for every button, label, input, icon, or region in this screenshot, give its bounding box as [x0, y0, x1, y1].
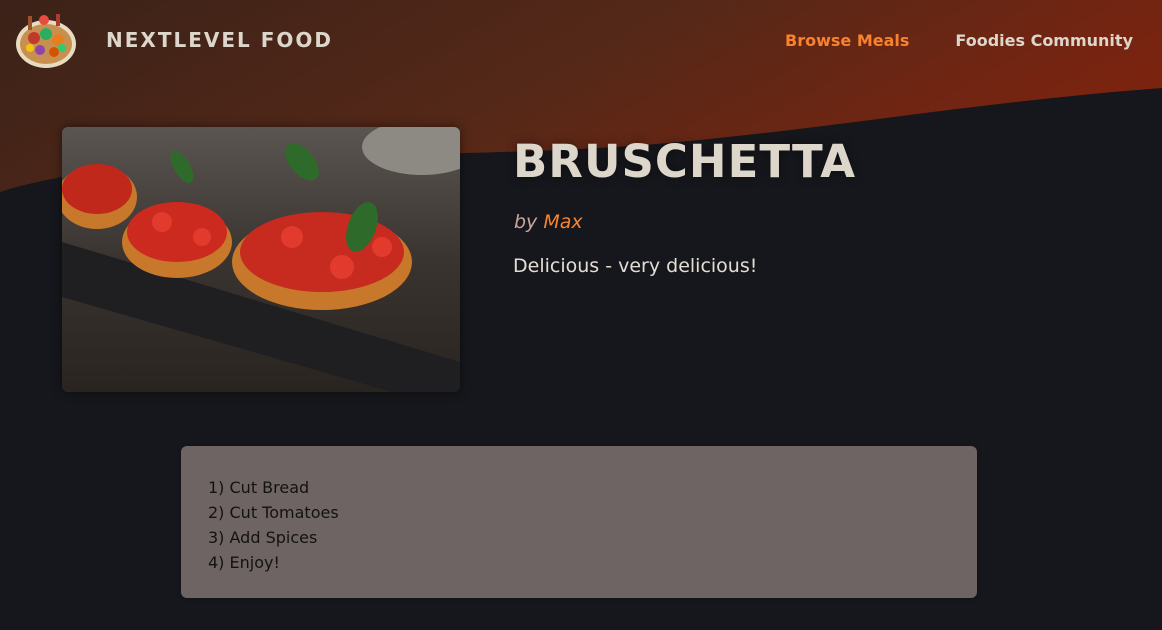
instruction-step: 2) Cut Tomatoes [208, 503, 339, 522]
creator-link[interactable]: Max [543, 211, 582, 233]
instruction-step: 4) Enjoy! [208, 553, 280, 572]
meal-title: BRUSCHETTA [513, 135, 857, 188]
logo-link[interactable]: NEXTLEVEL FOOD [14, 10, 333, 70]
creator-prefix: by [514, 211, 538, 233]
main-header: NEXTLEVEL FOOD Browse Meals Foodies Comm… [0, 0, 1162, 82]
instructions-list: 1) Cut Bread 2) Cut Tomatoes 3) Add Spic… [181, 446, 977, 575]
meal-header: BRUSCHETTA by Max Delicious - very delic… [62, 127, 1102, 393]
nav-link-browse-meals[interactable]: Browse Meals [785, 31, 909, 50]
meal-image [62, 127, 460, 392]
food-plate-logo-icon [16, 14, 76, 68]
main-nav: Browse Meals Foodies Community [785, 31, 1133, 50]
meal-creator: by Max [514, 211, 583, 233]
nav-link-foodies-community[interactable]: Foodies Community [955, 31, 1133, 50]
app-name: NEXTLEVEL FOOD [106, 28, 333, 52]
instruction-step: 3) Add Spices [208, 528, 318, 547]
meal-instructions: 1) Cut Bread 2) Cut Tomatoes 3) Add Spic… [181, 446, 977, 598]
bruschetta-photo [62, 127, 460, 392]
meal-summary: Delicious - very delicious! [513, 255, 758, 277]
instruction-step: 1) Cut Bread [208, 478, 310, 497]
